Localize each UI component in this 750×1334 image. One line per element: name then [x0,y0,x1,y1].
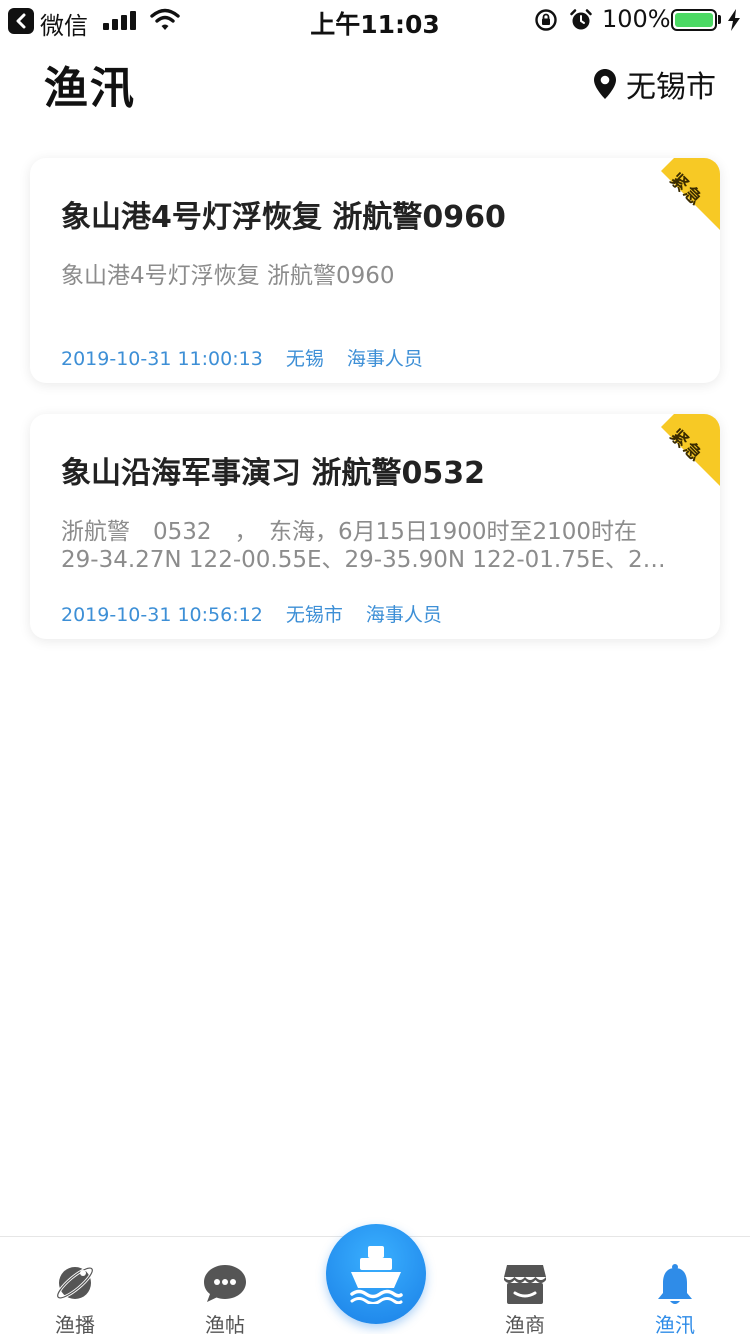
battery-fill [675,13,713,27]
location-selector[interactable]: 无锡市 [594,64,716,105]
notice-body: 象山港4号灯浮恢复 浙航警0960 [61,263,395,289]
center-ship-button[interactable] [326,1224,426,1324]
notice-list: 象山港4号灯浮恢复 浙航警0960 象山港4号灯浮恢复 浙航警0960 2019… [30,158,720,670]
urgent-badge: 紧急 [665,425,707,467]
tab-label: 渔帖 [205,1313,245,1334]
notice-region: 无锡市 [285,604,343,626]
urgent-badge: 紧急 [665,169,707,211]
page-title: 渔汛 [44,63,136,114]
notice-author: 海事人员 [346,348,423,370]
tab-yushang[interactable]: 渔商 [450,1237,600,1334]
rotation-lock-icon [535,9,557,31]
notice-card[interactable]: 象山沿海军事演习 浙航警0532 浙航警 0532 ， 东海，6月15日1900… [30,414,720,639]
notice-region: 无锡 [285,348,324,370]
notice-timestamp: 2019-10-31 11:00:13 [61,348,263,370]
notice-meta: 2019-10-31 10:56:12 无锡市 海事人员 [61,600,459,627]
battery-tip [718,15,721,24]
battery-percent: 100% [602,5,671,33]
store-icon [504,1265,546,1304]
urgent-ribbon: 紧急 [648,414,720,486]
bell-icon [658,1264,692,1304]
notice-author: 海事人员 [365,604,442,626]
alarm-icon [570,9,592,30]
urgent-ribbon: 紧急 [648,158,720,230]
status-bar: 微信 上午11:03 100% [0,0,750,40]
tab-yutie[interactable]: 渔帖 [150,1237,300,1334]
tab-yubo[interactable]: 渔播 [0,1237,150,1334]
location-label: 无锡市 [626,70,716,105]
notice-title: 象山港4号灯浮恢复 浙航警0960 [61,200,506,235]
tab-yuxun[interactable]: 渔汛 [600,1237,750,1334]
location-pin-icon [594,69,616,99]
charging-bolt-icon [728,9,740,31]
screen: 微信 上午11:03 100% 渔汛 无锡市 象山港4号灯浮恢复 浙航警0960… [0,0,750,1334]
notice-card[interactable]: 象山港4号灯浮恢复 浙航警0960 象山港4号灯浮恢复 浙航警0960 2019… [30,158,720,383]
tab-label: 渔商 [505,1313,545,1334]
notice-body: 浙航警 0532 ， 东海，6月15日1900时至2100时在29-34.27N… [61,519,666,573]
chat-bubble-icon [204,1265,246,1302]
tab-label: 渔播 [55,1313,95,1334]
notice-meta: 2019-10-31 11:00:13 无锡 海事人员 [61,344,440,371]
ship-icon [350,1246,403,1304]
planet-icon [56,1266,94,1300]
battery-icon [671,9,717,31]
notice-title: 象山沿海军事演习 浙航警0532 [61,456,485,491]
tab-label: 渔汛 [655,1313,695,1334]
notice-timestamp: 2019-10-31 10:56:12 [61,604,263,626]
